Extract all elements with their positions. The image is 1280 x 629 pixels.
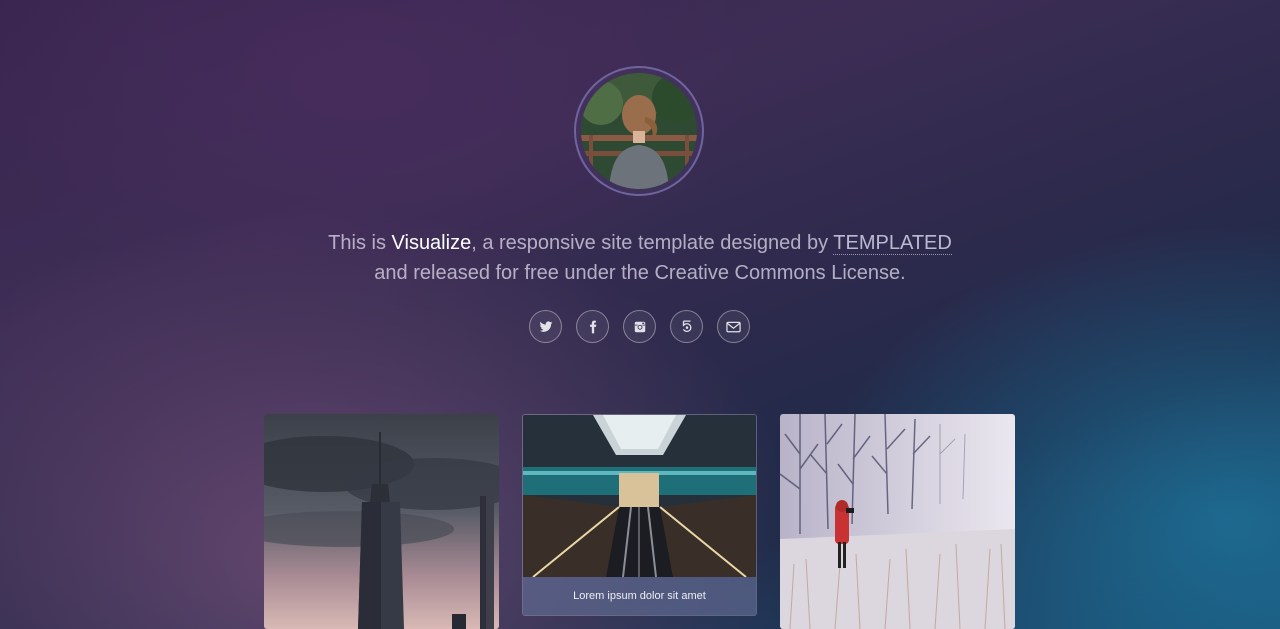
escalator-photo bbox=[523, 415, 756, 577]
instagram-button[interactable] bbox=[623, 310, 656, 343]
gallery-item-escalator[interactable]: Lorem ipsum dolor sit amet bbox=[522, 414, 757, 616]
email-icon bbox=[726, 321, 741, 332]
facebook-button[interactable] bbox=[576, 310, 609, 343]
email-button[interactable] bbox=[717, 310, 750, 343]
intro-text: This is Visualize, a responsive site tem… bbox=[240, 228, 1040, 288]
site-name: Visualize bbox=[391, 232, 472, 254]
instagram-icon bbox=[634, 321, 645, 332]
gallery-item-city[interactable] bbox=[264, 414, 499, 629]
twitter-icon bbox=[539, 320, 552, 332]
intro-prefix: This is bbox=[328, 232, 392, 254]
social-links bbox=[529, 310, 750, 343]
facebook-icon bbox=[589, 320, 596, 333]
intro-line-1: This is Visualize, a responsive site tem… bbox=[240, 228, 1040, 258]
snow-photo bbox=[780, 414, 1015, 629]
profile-avatar bbox=[574, 66, 704, 196]
fivehundredpx-button[interactable] bbox=[670, 310, 703, 343]
city-photo bbox=[264, 414, 499, 629]
gallery-item-snow[interactable] bbox=[780, 414, 1015, 629]
gallery-caption: Lorem ipsum dolor sit amet bbox=[523, 577, 756, 615]
avatar-photo bbox=[581, 73, 697, 189]
intro-line-2: and released for free under the Creative… bbox=[374, 262, 906, 284]
fivehundredpx-icon bbox=[682, 320, 691, 332]
twitter-button[interactable] bbox=[529, 310, 562, 343]
intro-middle: , a responsive site template designed by bbox=[471, 232, 834, 254]
author-link[interactable]: TEMPLATED bbox=[833, 232, 952, 255]
